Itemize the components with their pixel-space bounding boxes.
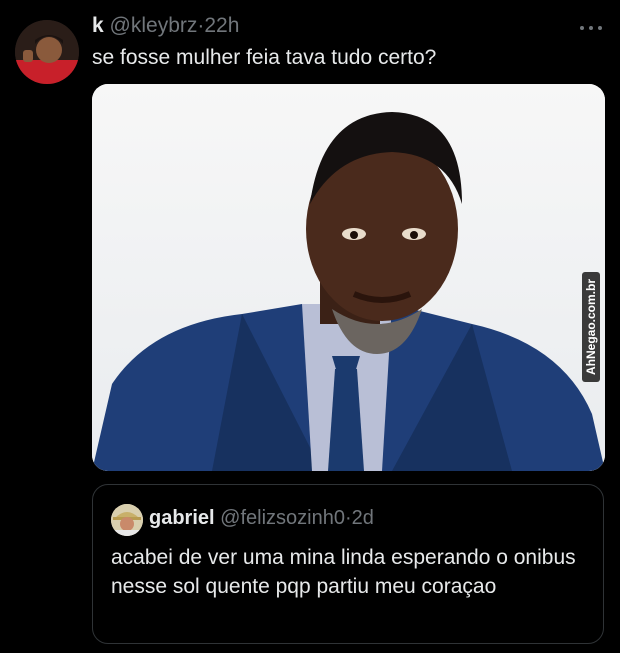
quoted-header: gabriel @felizsozinh0·2d bbox=[149, 507, 374, 530]
watermark: AhNegao.com.br bbox=[582, 272, 600, 382]
quoted-timestamp[interactable]: 2d bbox=[352, 507, 374, 529]
quoted-separator-dot: · bbox=[344, 507, 352, 529]
quoted-author-name[interactable]: gabriel bbox=[149, 507, 215, 529]
quoted-tweet[interactable]: gabriel @felizsozinh0·2d acabei de ver u… bbox=[92, 484, 604, 644]
tweet-header: k @kleybrz·22h bbox=[92, 14, 239, 38]
more-horizontal-icon[interactable] bbox=[578, 20, 604, 36]
tweet-image[interactable] bbox=[92, 84, 605, 471]
timestamp[interactable]: 22h bbox=[204, 14, 239, 37]
quoted-author-handle[interactable]: @felizsozinh0 bbox=[220, 507, 345, 529]
watermark-text: AhNegao.com.br bbox=[584, 278, 598, 376]
quoted-avatar[interactable] bbox=[111, 504, 143, 536]
author-handle[interactable]: @kleybrz bbox=[110, 14, 198, 37]
avatar[interactable] bbox=[15, 20, 79, 84]
tweet[interactable]: k @kleybrz·22h se fosse mulher feia tava… bbox=[0, 0, 620, 653]
author-name[interactable]: k bbox=[92, 14, 104, 37]
quoted-text: acabei de ver uma mina linda esperando o… bbox=[111, 546, 576, 598]
tweet-text: se fosse mulher feia tava tudo certo? bbox=[92, 46, 437, 69]
